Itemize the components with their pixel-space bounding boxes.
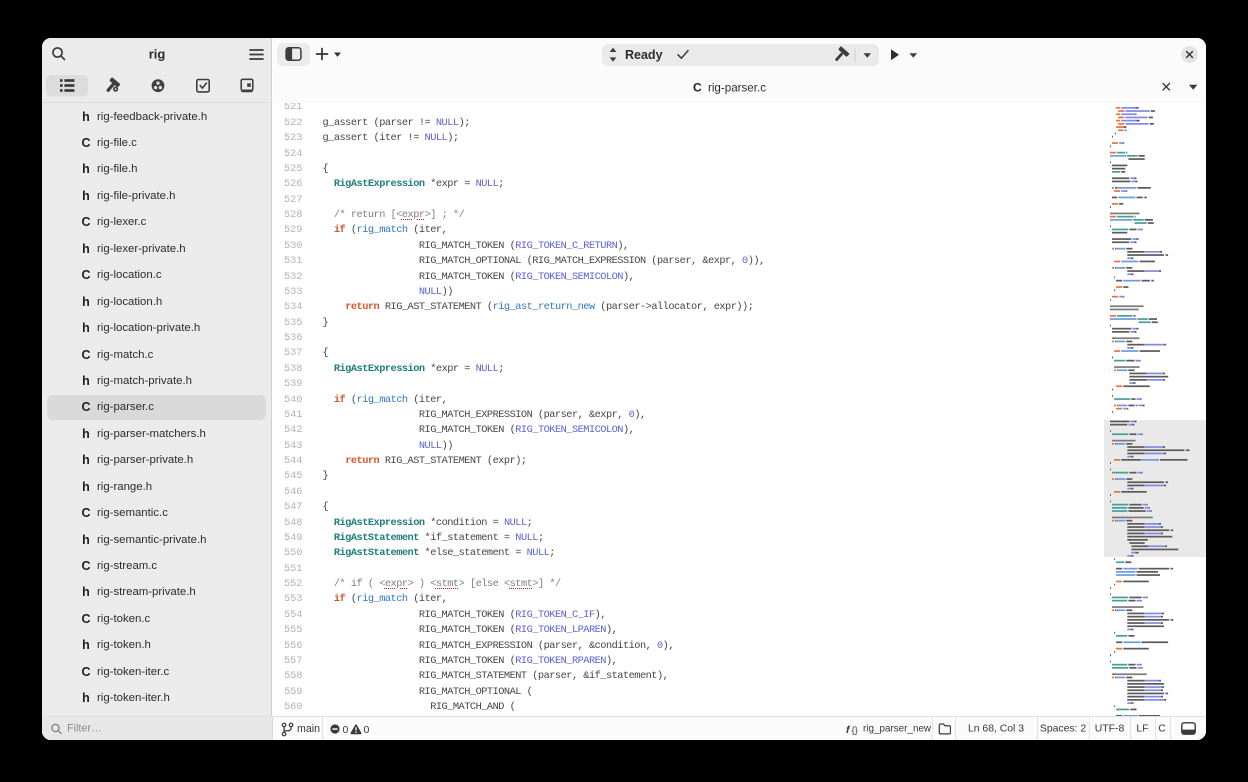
- svg-text:{}: {}: [852, 725, 858, 736]
- svg-text:Filter…: Filter…: [67, 723, 102, 735]
- svg-text:C: C: [693, 81, 702, 95]
- svg-text:rig: rig: [149, 47, 166, 62]
- svg-text:f: f: [846, 724, 851, 736]
- svg-text:Ready: Ready: [625, 48, 663, 62]
- svg-text:rig-parser.c: rig-parser.c: [708, 82, 766, 95]
- svg-text:0: 0: [342, 724, 348, 736]
- svg-text:0: 0: [363, 724, 369, 736]
